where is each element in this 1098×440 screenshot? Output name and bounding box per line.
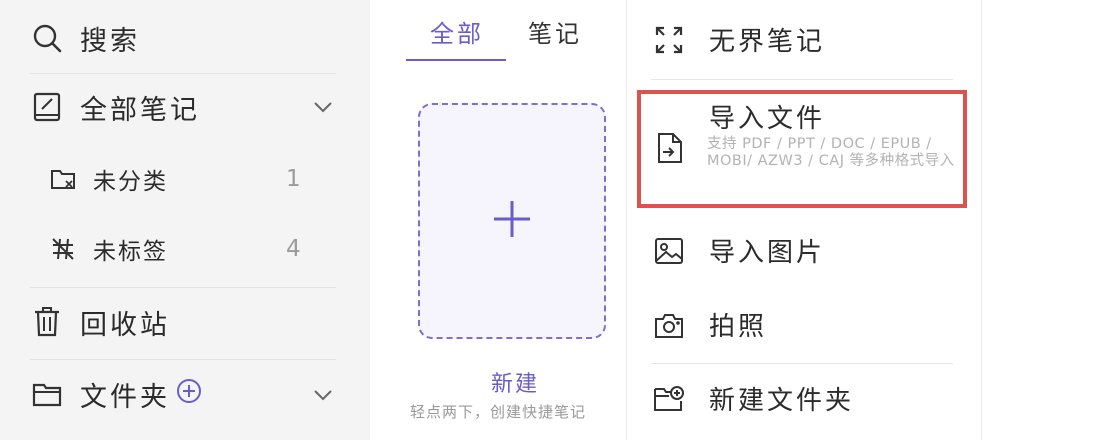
menu-item-label: 新建文件夹 <box>709 386 855 416</box>
sidebar-item-label: 未分类 <box>93 169 168 195</box>
create-menu: 无界笔记 导入文件 支持 PDF / PPT / DOC / EPUB / MO… <box>626 0 982 440</box>
sidebar: 搜索 全部笔记 未分类 1 未标签 4 回收站 文件夹 <box>0 0 370 440</box>
folder-x-icon <box>48 164 78 194</box>
menu-item-label: 导入图片 <box>709 238 826 268</box>
sidebar-item-label: 全部笔记 <box>80 94 200 126</box>
sidebar-item-label: 搜索 <box>80 25 140 57</box>
sidebar-item-folders[interactable]: 文件夹 <box>0 375 370 414</box>
item-count: 4 <box>286 236 301 262</box>
sidebar-item-label: 未标签 <box>93 239 168 265</box>
sidebar-item-all-notes[interactable]: 全部笔记 <box>0 89 370 126</box>
menu-item-label: 拍照 <box>709 312 768 342</box>
new-note-hint: 轻点两下，创建快捷笔记 <box>410 403 587 421</box>
untagged-icon <box>48 234 78 264</box>
new-folder-icon <box>653 383 685 415</box>
search-icon <box>30 21 64 55</box>
expand-icon <box>653 24 685 56</box>
notes-panel: 全部 笔记 新建 轻点两下，创建快捷笔记 <box>370 0 626 440</box>
sidebar-item-label: 回收站 <box>80 309 170 341</box>
highlight-box <box>637 90 967 208</box>
new-note-label: 新建 <box>490 372 539 397</box>
active-tab-indicator <box>406 59 506 61</box>
folder-icon <box>30 378 64 412</box>
sidebar-item-untagged[interactable]: 未标签 4 <box>0 232 370 266</box>
sidebar-item-label: 文件夹 <box>80 375 202 414</box>
add-folder-icon[interactable] <box>176 378 202 411</box>
sidebar-item-search[interactable]: 搜索 <box>0 20 370 57</box>
chevron-down-icon[interactable] <box>312 384 334 406</box>
sidebar-item-trash[interactable]: 回收站 <box>0 304 370 341</box>
menu-item-label: 无界笔记 <box>709 27 826 57</box>
image-icon <box>653 235 685 267</box>
divider <box>30 73 336 74</box>
plus-icon <box>492 199 532 243</box>
item-count: 1 <box>286 166 301 192</box>
new-note-card[interactable] <box>418 103 606 339</box>
camera-icon <box>653 310 685 342</box>
folders-label-text: 文件夹 <box>80 381 170 413</box>
chevron-down-icon[interactable] <box>312 96 334 118</box>
tab-all[interactable]: 全部 <box>430 14 484 49</box>
divider <box>30 287 336 288</box>
trash-icon <box>30 305 64 339</box>
tab-notes[interactable]: 笔记 <box>528 14 582 49</box>
divider <box>651 79 953 80</box>
sidebar-item-uncategorized[interactable]: 未分类 1 <box>0 162 370 196</box>
divider <box>30 359 336 360</box>
notebook-icon <box>30 90 64 124</box>
divider <box>651 363 953 364</box>
